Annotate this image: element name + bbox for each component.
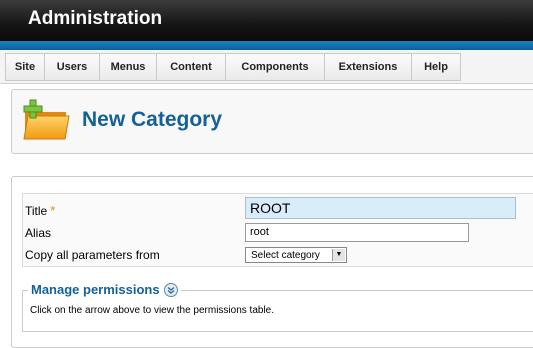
app-title: Administration	[28, 8, 163, 29]
title-input[interactable]: ROOT	[245, 197, 516, 219]
header-stripe	[0, 41, 533, 50]
chevron-down-icon[interactable]: ▼	[332, 249, 345, 261]
copy-params-select[interactable]: Select category ▼	[245, 247, 347, 263]
folder-add-icon	[23, 99, 70, 140]
double-chevron-down-icon	[167, 286, 175, 294]
permissions-title: Manage permissions	[31, 282, 160, 297]
required-marker: *	[50, 203, 56, 218]
menu-item-site[interactable]: Site	[6, 54, 45, 80]
permissions-legend: Manage permissions	[28, 282, 181, 297]
main-menu: Site Users Menus Content Components Exte…	[5, 53, 461, 81]
page-title: New Category	[82, 108, 223, 131]
alias-label: Alias	[25, 226, 52, 240]
copy-params-selected: Select category	[251, 250, 320, 261]
app-header: Administration	[0, 0, 533, 41]
toolbar-panel: New Category	[11, 89, 533, 154]
menu-item-extensions[interactable]: Extensions	[325, 54, 412, 80]
menu-item-components[interactable]: Components	[226, 54, 325, 80]
title-label: Title *	[25, 203, 56, 218]
menu-item-menus[interactable]: Menus	[100, 54, 157, 80]
copy-params-label: Copy all parameters from	[25, 248, 160, 262]
menu-item-content[interactable]: Content	[157, 54, 226, 80]
menu-item-users[interactable]: Users	[45, 54, 100, 80]
expand-arrow-icon[interactable]	[163, 282, 178, 297]
permissions-help-text: Click on the arrow above to view the per…	[30, 305, 275, 316]
menu-item-help[interactable]: Help	[412, 54, 460, 80]
alias-input[interactable]: root	[245, 223, 469, 242]
main-menu-bar: Site Users Menus Content Components Exte…	[0, 50, 533, 84]
